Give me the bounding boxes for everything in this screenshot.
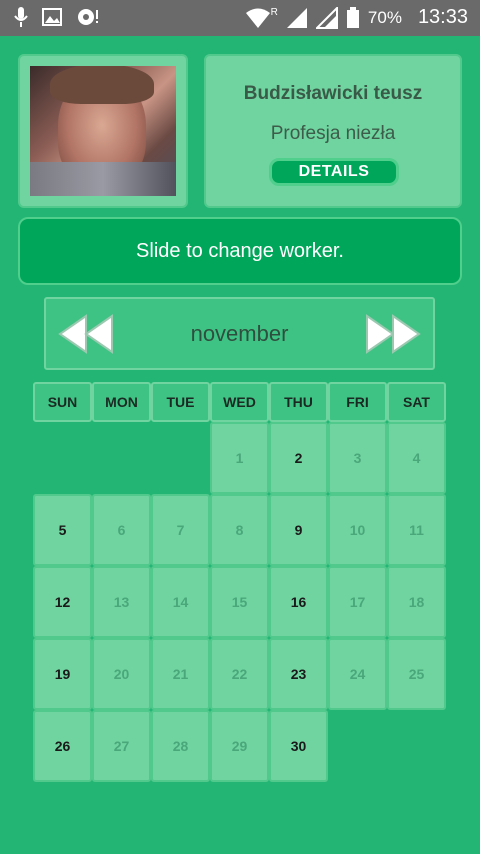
calendar-day-28[interactable]: 28 (151, 710, 210, 782)
worker-info-card: Budzisławicki teusz Profesja niezła DETA… (204, 54, 462, 208)
weekday-header-sat: SAT (387, 382, 446, 422)
calendar-day-8[interactable]: 8 (210, 494, 269, 566)
weekday-header-thu: THU (269, 382, 328, 422)
worker-name: Budzisławicki teusz (243, 83, 423, 104)
calendar-day-3[interactable]: 3 (328, 422, 387, 494)
network-type-label: R (270, 7, 278, 18)
battery-percent: 70% (367, 7, 402, 27)
calendar-day-9[interactable]: 9 (269, 494, 328, 566)
calendar-day-17[interactable]: 17 (328, 566, 387, 638)
lens-icon (78, 9, 98, 25)
calendar-day-7[interactable]: 7 (151, 494, 210, 566)
calendar-day-1[interactable]: 1 (210, 422, 269, 494)
calendar-day-13[interactable]: 13 (92, 566, 151, 638)
calendar-day-18[interactable]: 18 (387, 566, 446, 638)
wifi-icon (245, 8, 270, 28)
weekday-header-tue: TUE (151, 382, 210, 422)
calendar-day-21[interactable]: 21 (151, 638, 210, 710)
clock: 13:33 (417, 6, 468, 28)
signal-icon (315, 6, 338, 29)
calendar-day-20[interactable]: 20 (92, 638, 151, 710)
details-button[interactable]: DETAILS (269, 158, 399, 186)
avatar-shirt (30, 162, 176, 196)
avatar-hair (50, 66, 154, 104)
weekday-header-fri: FRI (328, 382, 387, 422)
calendar-day-30[interactable]: 30 (269, 710, 328, 782)
calendar-day-16[interactable]: 16 (269, 566, 328, 638)
calendar-day-12[interactable]: 12 (33, 566, 92, 638)
calendar-day-24[interactable]: 24 (328, 638, 387, 710)
calendar-day-19[interactable]: 19 (33, 638, 92, 710)
calendar-day-2[interactable]: 2 (269, 422, 328, 494)
status-bar: R 70% 13:33 (0, 0, 480, 36)
calendar-day-15[interactable]: 15 (210, 566, 269, 638)
calendar-day-6[interactable]: 6 (92, 494, 151, 566)
calendar-day-23[interactable]: 23 (269, 638, 328, 710)
calendar-day-22[interactable]: 22 (210, 638, 269, 710)
image-icon (42, 8, 62, 26)
calendar-day-11[interactable]: 11 (387, 494, 446, 566)
worker-role: Profesja niezła (270, 123, 396, 144)
calendar-day-4[interactable]: 4 (387, 422, 446, 494)
calendar-day-27[interactable]: 27 (92, 710, 151, 782)
battery-icon (346, 6, 359, 28)
calendar-day-14[interactable]: 14 (151, 566, 210, 638)
calendar-day-26[interactable]: 26 (33, 710, 92, 782)
calendar-day-5[interactable]: 5 (33, 494, 92, 566)
calendar-day-10[interactable]: 10 (328, 494, 387, 566)
fast-forward-icon[interactable] (363, 313, 423, 355)
worker-photo-card (18, 54, 188, 208)
month-selector: november (44, 297, 435, 370)
weekday-header-sun: SUN (33, 382, 92, 422)
worker-avatar (30, 66, 176, 196)
slide-to-change-banner[interactable]: Slide to change worker. (18, 217, 462, 285)
signal-icon (286, 7, 307, 28)
microphone-icon (14, 7, 28, 27)
weekday-header-wed: WED (210, 382, 269, 422)
calendar-day-25[interactable]: 25 (387, 638, 446, 710)
weekday-header-mon: MON (92, 382, 151, 422)
calendar-day-29[interactable]: 29 (210, 710, 269, 782)
